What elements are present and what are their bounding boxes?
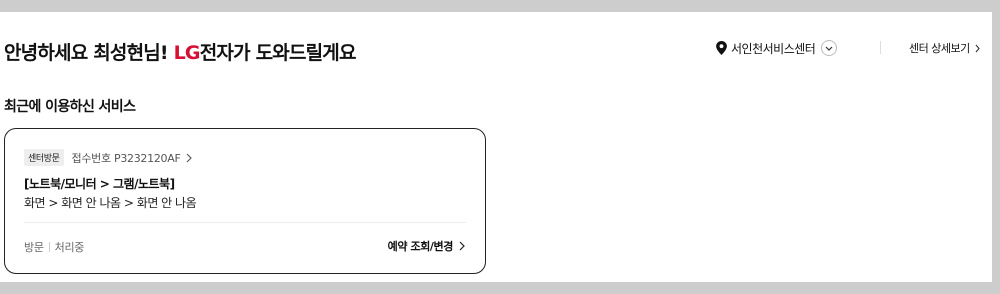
recent-service-card[interactable]: 센터방문 접수번호 P3232120AF [노트북/모니터 > 그램/노트북] … — [4, 128, 486, 274]
product-category: [노트북/모니터 > 그램/노트북] — [24, 177, 175, 191]
symptom-path: 화면 > 화면 안 나옴 > 화면 안 나옴 — [24, 196, 197, 210]
receipt-row[interactable]: 센터방문 접수번호 P3232120AF — [24, 149, 193, 166]
chevron-right-icon — [459, 241, 465, 251]
reservation-lookup-label: 예약 조회/변경 — [387, 240, 454, 253]
service-center-selector[interactable]: 서인천서비스센터 — [716, 39, 838, 57]
location-pin-icon — [716, 41, 727, 55]
recent-services-title: 최근에 이용하신 서비스 — [4, 99, 136, 115]
main-page: 안녕하세요 최성현님! LG전자가 도와드릴게요 서인천서비스센터 센터 상세보… — [0, 12, 992, 282]
greeting-prefix: 안녕하세요 최성현님! — [4, 42, 174, 64]
header-divider — [880, 41, 881, 54]
center-detail-label: 센터 상세보기 — [909, 42, 970, 55]
greeting-suffix: 전자가 도와드릴게요 — [199, 42, 357, 64]
visit-type-label: 방문 — [24, 241, 44, 254]
service-center-name: 서인천서비스센터 — [731, 41, 816, 56]
chevron-down-icon[interactable] — [821, 40, 838, 56]
chevron-right-icon — [187, 153, 193, 162]
receipt-number: 접수번호 P3232120AF — [71, 151, 181, 165]
brand-name: LG — [173, 42, 201, 64]
visit-type-badge: 센터방문 — [24, 149, 64, 166]
center-detail-link[interactable]: 센터 상세보기 — [909, 40, 980, 56]
status-separator — [48, 242, 50, 252]
status-label: 처리중 — [54, 241, 85, 254]
service-status: 방문 처리중 — [24, 239, 84, 255]
reservation-lookup-link[interactable]: 예약 조회/변경 — [388, 238, 465, 254]
card-divider — [24, 222, 466, 223]
greeting-heading: 안녕하세요 최성현님! LG전자가 도와드릴게요 — [4, 38, 356, 65]
chevron-right-icon — [975, 44, 980, 52]
